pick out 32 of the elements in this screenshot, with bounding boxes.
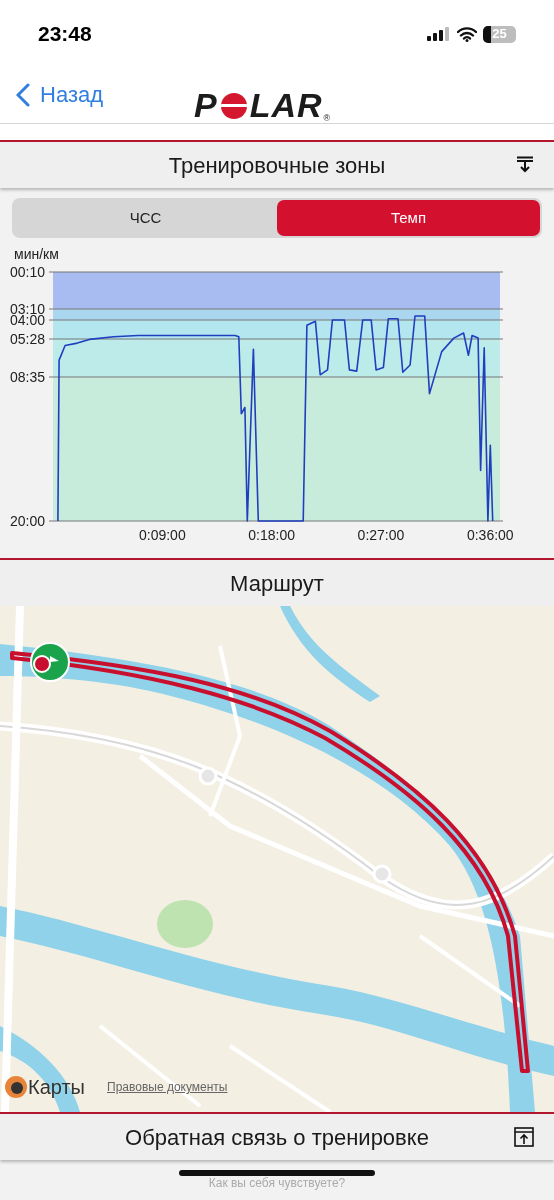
axis-label: 03:10 [10, 301, 46, 317]
axis-label: 08:35 [10, 369, 46, 385]
section-header[interactable]: Маршрут [0, 560, 554, 606]
back-button[interactable]: Назад [16, 78, 104, 111]
wifi-icon [457, 26, 477, 42]
status-time: 23:48 [38, 21, 92, 48]
axis-label: 05:28 [10, 331, 46, 347]
signal-icon [427, 27, 451, 41]
section-title: Обратная связь о тренировке [125, 1123, 429, 1152]
logo: P LAR® [194, 85, 332, 126]
axis-label: 20:00 [10, 513, 46, 529]
collapse-icon[interactable] [516, 156, 534, 173]
axis-label: 00:10 [10, 264, 46, 280]
axis-label: 0:27:00 [357, 527, 405, 543]
battery-icon: 25 [483, 25, 516, 43]
chevron-left-icon [16, 82, 30, 107]
section-header[interactable]: Тренировочные зоны [0, 142, 554, 188]
section-title: Тренировочные зоны [168, 151, 386, 180]
apple-logo-icon [4, 1075, 28, 1099]
expand-icon[interactable] [514, 1127, 534, 1147]
section-header[interactable]: Обратная связь о тренировке [0, 1114, 554, 1160]
start-marker-icon [30, 642, 70, 682]
axis-label: 0:18:00 [248, 527, 295, 543]
axis-title: мин/км [14, 246, 59, 262]
axis-label: 0:09:00 [138, 527, 186, 543]
legal-link[interactable]: Правовые документы [107, 1078, 228, 1096]
segment-tab[interactable]: ЧСС [14, 200, 277, 236]
segment-tab[interactable]: Темп [277, 200, 540, 236]
prompt-text: Как вы себя чувствуете? [208, 1176, 346, 1190]
axis-label: 0:36:00 [466, 527, 514, 543]
maps-brand: Карты [28, 1075, 85, 1100]
section-title: Маршрут [230, 569, 324, 598]
